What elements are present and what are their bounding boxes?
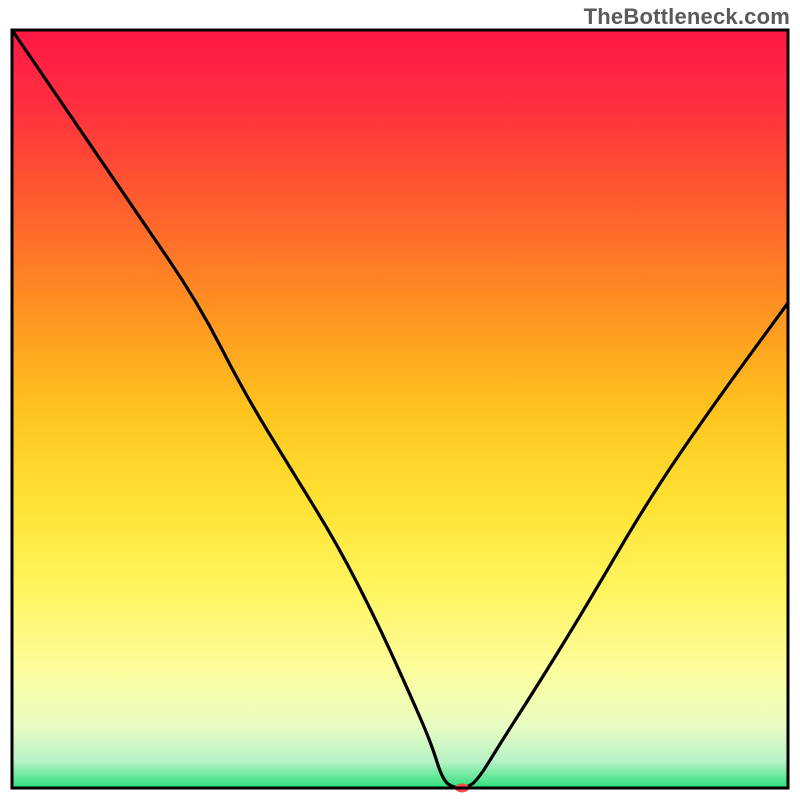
bottleneck-chart <box>0 28 800 800</box>
chart-plot-area <box>12 30 788 793</box>
watermark-text: TheBottleneck.com <box>584 4 790 30</box>
